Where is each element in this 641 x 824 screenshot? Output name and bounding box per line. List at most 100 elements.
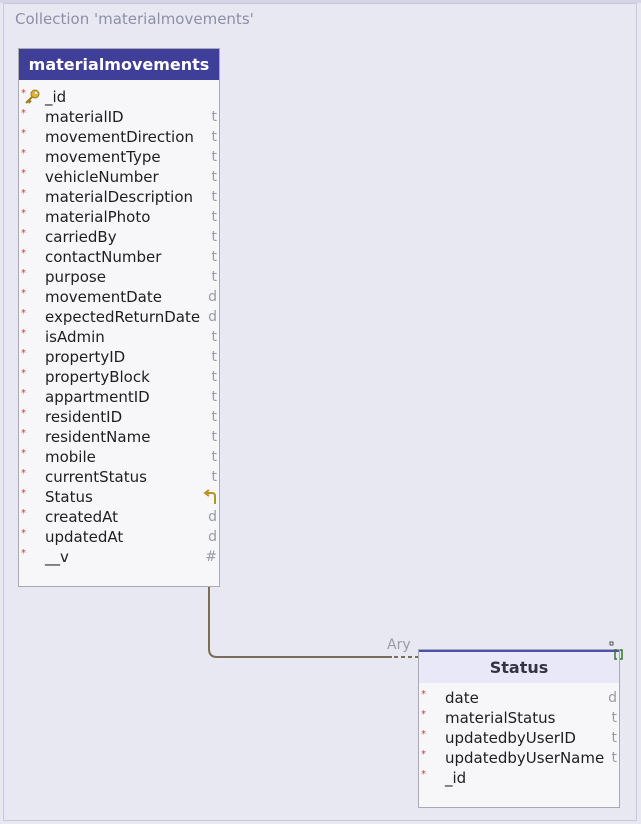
required-marker: * — [21, 188, 26, 199]
field-row[interactable]: * movementDate d — [19, 287, 219, 307]
field-row[interactable]: * updatedbyUserName t — [419, 748, 619, 768]
required-marker: * — [21, 508, 26, 519]
field-row[interactable]: * purpose t — [19, 267, 219, 287]
field-type: t — [211, 149, 218, 165]
field-row[interactable]: * vehicleNumber t — [19, 167, 219, 187]
field-name: contactNumber — [45, 248, 162, 266]
field-name: mobile — [45, 448, 96, 466]
key-icon — [25, 89, 40, 104]
field-row[interactable]: * contactNumber t — [19, 247, 219, 267]
field-name: residentName — [45, 428, 151, 446]
required-marker: * — [21, 448, 26, 459]
field-type: t — [211, 229, 218, 245]
field-name: purpose — [45, 268, 106, 286]
required-marker: * — [21, 148, 26, 159]
field-row[interactable]: * updatedbyUserID t — [419, 728, 619, 748]
required-marker: * — [21, 228, 26, 239]
field-type: t — [211, 249, 218, 265]
field-row[interactable]: * _id — [19, 87, 219, 107]
field-type: t — [211, 449, 218, 465]
field-name: isAdmin — [45, 328, 105, 346]
field-row[interactable]: * isAdmin t — [19, 327, 219, 347]
field-row[interactable]: * __v # — [19, 547, 219, 567]
field-type: t — [211, 429, 218, 445]
field-type: d — [208, 309, 217, 325]
field-row[interactable]: * movementDirection t — [19, 127, 219, 147]
field-type: t — [611, 750, 618, 766]
field-type: t — [211, 129, 218, 145]
field-type: d — [208, 529, 217, 545]
field-type: t — [211, 329, 218, 345]
field-type: t — [211, 109, 218, 125]
field-row[interactable]: * materialPhoto t — [19, 207, 219, 227]
field-row[interactable]: * carriedBy t — [19, 227, 219, 247]
field-row[interactable]: * materialStatus t — [419, 708, 619, 728]
field-type: # — [205, 549, 217, 565]
required-marker: * — [21, 108, 26, 119]
required-marker: * — [21, 308, 26, 319]
field-row[interactable]: * date d — [419, 688, 619, 708]
field-name: propertyBlock — [45, 368, 150, 386]
field-row[interactable]: * appartmentID t — [19, 387, 219, 407]
field-name: residentID — [45, 408, 123, 426]
entity-header[interactable]: materialmovements — [19, 49, 219, 80]
field-name: _id — [445, 769, 467, 787]
field-name: carriedBy — [45, 228, 117, 246]
field-type: d — [608, 690, 617, 706]
field-type: t — [611, 710, 618, 726]
field-row[interactable]: * createdAt d — [19, 507, 219, 527]
field-type: d — [208, 509, 217, 525]
entity-materialmovements[interactable]: materialmovements * _id * materialID t * movem… — [18, 48, 220, 587]
field-type: t — [211, 209, 218, 225]
field-row[interactable]: * propertyID t — [19, 347, 219, 367]
field-row[interactable]: * _id — [419, 768, 619, 788]
required-marker: * — [21, 388, 26, 399]
field-name: materialDescription — [45, 188, 194, 206]
field-row[interactable]: * residentID t — [19, 407, 219, 427]
field-type: t — [211, 189, 218, 205]
field-row[interactable]: * expectedReturnDate d — [19, 307, 219, 327]
required-marker: * — [21, 248, 26, 259]
field-row[interactable]: * mobile t — [19, 447, 219, 467]
field-name: movementDate — [45, 288, 162, 306]
field-row[interactable]: * propertyBlock t — [19, 367, 219, 387]
field-type: t — [211, 349, 218, 365]
field-row[interactable]: * currentStatus t — [19, 467, 219, 487]
entity-status[interactable]: Status * date d * materialStatus t * updatedbyU… — [418, 649, 620, 808]
required-marker: * — [421, 749, 426, 760]
required-marker: * — [21, 208, 26, 219]
field-name: movementDirection — [45, 128, 194, 146]
required-marker: * — [21, 368, 26, 379]
required-marker: * — [21, 268, 26, 279]
field-row[interactable]: * movementType t — [19, 147, 219, 167]
field-row[interactable]: * Status — [19, 487, 219, 507]
entity-header[interactable]: Status — [419, 650, 619, 683]
field-row[interactable]: * residentName t — [19, 427, 219, 447]
required-marker: * — [21, 528, 26, 539]
field-name: updatedbyUserID — [445, 729, 576, 747]
field-name: movementType — [45, 148, 161, 166]
field-row[interactable]: * materialDescription t — [19, 187, 219, 207]
field-type: t — [211, 269, 218, 285]
field-row[interactable]: * materialID t — [19, 107, 219, 127]
field-name: vehicleNumber — [45, 168, 159, 186]
required-marker: * — [421, 769, 426, 780]
field-name: materialID — [45, 108, 124, 126]
field-type: t — [211, 169, 218, 185]
field-name: expectedReturnDate — [45, 308, 201, 326]
field-name: __v — [45, 548, 69, 566]
field-name: updatedAt — [45, 528, 124, 546]
field-type: t — [211, 389, 218, 405]
field-row[interactable]: * updatedAt d — [19, 527, 219, 547]
field-type: d — [208, 289, 217, 305]
required-marker: * — [21, 428, 26, 439]
required-marker: * — [21, 328, 26, 339]
field-name: materialPhoto — [45, 208, 151, 226]
field-name: _id — [45, 88, 67, 106]
field-name: appartmentID — [45, 388, 150, 406]
required-marker: * — [21, 408, 26, 419]
diagram-canvas: Collection 'materialmovements' Ary mater… — [0, 0, 641, 824]
return-arrow-icon — [203, 489, 216, 504]
required-marker: * — [21, 488, 26, 499]
field-name: createdAt — [45, 508, 119, 526]
